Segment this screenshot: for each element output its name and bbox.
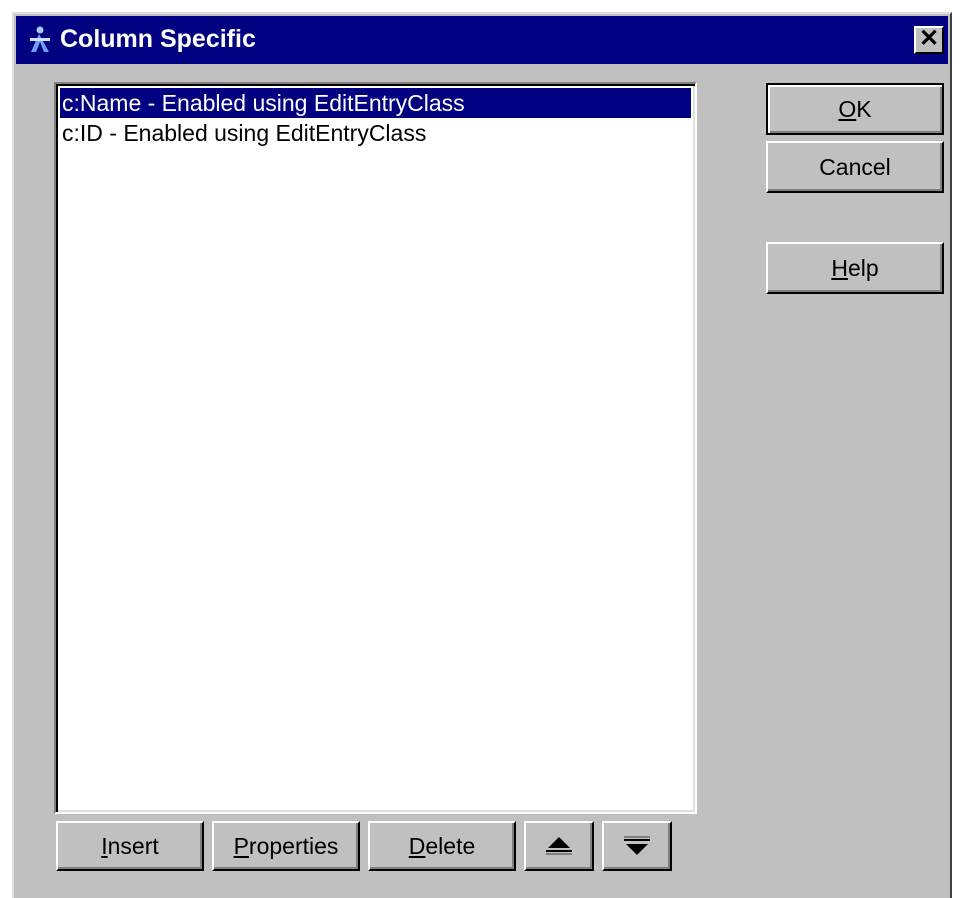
window-title: Column Specific [60, 25, 256, 53]
app-figure-icon [30, 26, 50, 52]
help-button[interactable]: Help [766, 242, 944, 294]
ok-mnemonic: O [838, 95, 857, 122]
properties-label: Properties [234, 833, 339, 860]
properties-label-rest: roperties [248, 832, 339, 859]
column-listbox[interactable]: c:Name - Enabled using EditEntryClass c:… [54, 82, 697, 814]
ok-button[interactable]: OK [766, 83, 944, 135]
move-up-button[interactable] [524, 821, 594, 871]
properties-mnemonic: P [233, 832, 249, 859]
delete-mnemonic: D [408, 832, 426, 859]
help-label: Help [831, 255, 878, 282]
insert-label: Insert [101, 833, 159, 860]
help-mnemonic: H [831, 254, 848, 281]
ok-label-rest: K [856, 95, 872, 122]
delete-button[interactable]: Delete [368, 821, 516, 871]
delete-label-rest: elete [425, 832, 476, 859]
insert-label-rest: nsert [107, 832, 159, 859]
move-down-icon [624, 836, 650, 855]
title-bar[interactable]: Column Specific ✕ [16, 16, 948, 64]
insert-button[interactable]: Insert [56, 821, 204, 871]
move-down-button[interactable] [602, 821, 672, 871]
list-item[interactable]: c:Name - Enabled using EditEntryClass [60, 88, 691, 118]
move-up-icon [546, 837, 572, 855]
ok-label: OK [838, 96, 871, 123]
help-label-rest: elp [847, 254, 879, 281]
column-specific-dialog: Column Specific ✕ c:Name - Enabled using… [12, 12, 952, 898]
cancel-label: Cancel [819, 153, 891, 180]
close-button[interactable]: ✕ [914, 26, 944, 54]
delete-label: Delete [409, 833, 476, 860]
cancel-button[interactable]: Cancel [766, 141, 944, 193]
properties-button[interactable]: Properties [212, 821, 360, 871]
close-icon: ✕ [918, 25, 940, 52]
list-item[interactable]: c:ID - Enabled using EditEntryClass [60, 118, 691, 148]
